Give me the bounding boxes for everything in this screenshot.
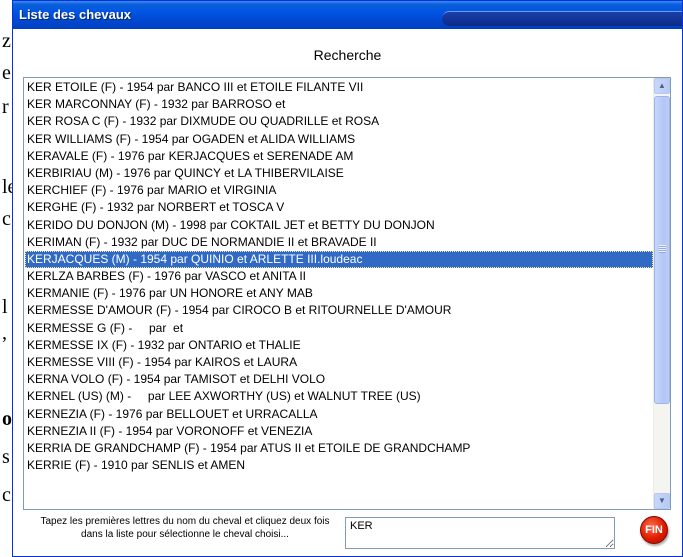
background-fragment: c bbox=[2, 208, 11, 230]
list-item[interactable]: KERMESSE G (F) - par et bbox=[25, 320, 653, 337]
fin-button[interactable]: FIN bbox=[640, 516, 668, 544]
arrow-up-icon[interactable]: ▲ bbox=[654, 78, 670, 94]
list-item[interactable]: KERIMAN (F) - 1932 par DUC DE NORMANDIE … bbox=[25, 234, 653, 251]
list-item[interactable]: KERNEZIA II (F) - 1954 par VORONOFF et V… bbox=[25, 423, 653, 440]
list-item[interactable]: KERNEL (US) (M) - par LEE AXWORTHY (US) … bbox=[25, 388, 653, 405]
title-bar-decoration bbox=[442, 11, 682, 26]
window-client-area: Recherche KER ETOILE (F) - 1954 par BANC… bbox=[13, 29, 682, 556]
list-item[interactable]: KERGHE (F) - 1932 par NORBERT et TOSCA V bbox=[25, 199, 653, 216]
list-item[interactable]: KERLZA BARBES (F) - 1976 par VASCO et AN… bbox=[25, 268, 653, 285]
list-item[interactable]: KERNEZIA (F) - 1976 par BELLOUET et URRA… bbox=[25, 406, 653, 423]
list-item[interactable]: KERMESSE D'AMOUR (F) - 1954 par CIROCO B… bbox=[25, 302, 653, 319]
vertical-scrollbar[interactable]: ▲ ▼ bbox=[653, 78, 670, 509]
search-heading: Recherche bbox=[313, 47, 382, 63]
list-item[interactable]: KER WILLIAMS (F) - 1954 par OGADEN et AL… bbox=[25, 131, 653, 148]
background-fragment: c bbox=[2, 484, 11, 506]
list-item[interactable]: KER ETOILE (F) - 1954 par BANCO III et E… bbox=[25, 79, 653, 96]
list-item[interactable]: KERCHIEF (F) - 1976 par MARIO et VIRGINI… bbox=[25, 182, 653, 199]
list-item[interactable]: KER MARCONNAY (F) - 1932 par BARROSO et bbox=[25, 96, 653, 113]
search-input[interactable] bbox=[345, 517, 615, 549]
list-item[interactable]: KER ROSA C (F) - 1932 par DIXMUDE OU QUA… bbox=[25, 113, 653, 130]
list-item[interactable]: KERMESSE IX (F) - 1932 par ONTARIO et TH… bbox=[25, 337, 653, 354]
arrow-down-icon[interactable]: ▼ bbox=[654, 493, 670, 509]
horse-list-window: Liste des chevaux Recherche KER ETOILE (… bbox=[12, 0, 683, 557]
grip-icon bbox=[659, 245, 666, 253]
list-item[interactable]: KERRIA DE GRANDCHAMP (F) - 1954 par ATUS… bbox=[25, 440, 653, 457]
horse-listbox[interactable]: KER ETOILE (F) - 1954 par BANCO III et E… bbox=[23, 77, 671, 510]
title-bar[interactable]: Liste des chevaux bbox=[13, 1, 682, 29]
background-fragment: e bbox=[2, 62, 11, 84]
list-item[interactable]: KERRIE (F) - 1910 par SENLIS et AMEN bbox=[25, 457, 653, 474]
background-fragment: s bbox=[2, 446, 10, 468]
background-fragment: , bbox=[2, 322, 7, 344]
list-item[interactable]: KERNA VOLO (F) - 1954 par TAMISOT et DEL… bbox=[25, 371, 653, 388]
list-item[interactable]: KERAVALE (F) - 1976 par KERJACQUES et SE… bbox=[25, 148, 653, 165]
window-title: Liste des chevaux bbox=[19, 7, 131, 22]
horse-list[interactable]: KER ETOILE (F) - 1954 par BANCO III et E… bbox=[25, 79, 653, 474]
list-item[interactable]: KERIDO DU DONJON (M) - 1998 par COKTAIL … bbox=[25, 217, 653, 234]
list-item[interactable]: KERMESSE VIII (F) - 1954 par KAIROS et L… bbox=[25, 354, 653, 371]
list-item[interactable]: KERMANIE (F) - 1976 par UN HONORE et ANY… bbox=[25, 285, 653, 302]
list-item[interactable]: KERJACQUES (M) - 1954 par QUINIO et ARLE… bbox=[25, 250, 653, 269]
background-fragment: r bbox=[2, 96, 9, 118]
background-fragment: l bbox=[2, 296, 8, 318]
scrollbar-thumb[interactable] bbox=[654, 96, 670, 404]
instructions-text: Tapez les premières lettres du nom du ch… bbox=[40, 516, 330, 540]
background-fragment: z bbox=[2, 30, 11, 52]
list-item[interactable]: KERBIRIAU (M) - 1976 par QUINCY et LA TH… bbox=[25, 165, 653, 182]
